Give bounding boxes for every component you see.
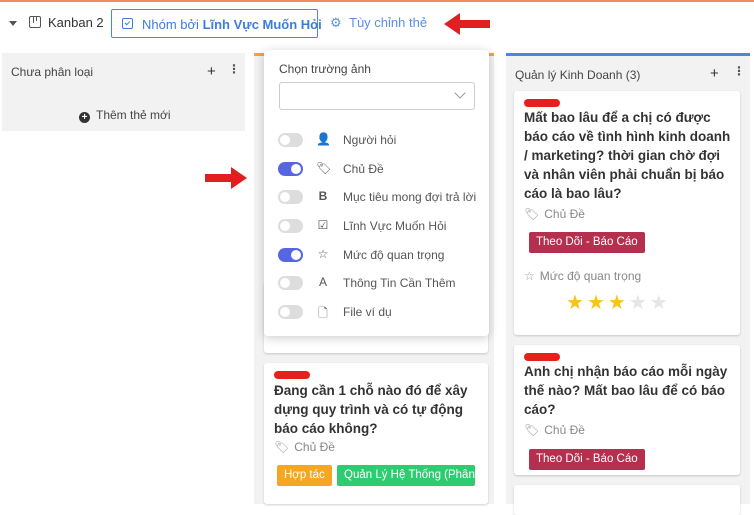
option-label: Mức độ quan trọng xyxy=(343,248,445,262)
toggle-switch[interactable] xyxy=(278,190,303,204)
star-empty-icon: ★ xyxy=(649,292,671,314)
card-topic-property: 🏷 Chủ Đề xyxy=(524,207,585,221)
column-business-management: Quản lý Kinh Doanh (3) + ⋮ Mất bao lâu đ… xyxy=(506,53,750,515)
priority-marker xyxy=(524,353,560,361)
tag-badge: Theo Dõi - Báo Cáo xyxy=(529,449,645,470)
card-right-3-partial[interactable] xyxy=(514,485,740,515)
card-topic-property: 🏷 Chủ Đề xyxy=(524,423,585,437)
add-icon[interactable]: + xyxy=(710,65,719,82)
add-card-button[interactable]: + Thêm thẻ mới xyxy=(79,108,171,123)
option-label: Lĩnh Vực Muốn Hỏi xyxy=(343,219,447,233)
option-label: Chủ Đề xyxy=(343,162,384,176)
more-options-icon[interactable]: ⋮ xyxy=(228,62,240,76)
tag-badge: Quản Lý Hệ Thống (Phân Q xyxy=(337,465,475,486)
option-label: Mục tiêu mong đợi trả lời xyxy=(343,190,477,204)
card-topic-property: 🏷 Chủ Đề xyxy=(274,440,335,454)
tag-badge: Theo Dõi - Báo Cáo xyxy=(529,232,645,253)
column-title: Quản lý Kinh Doanh (3) xyxy=(515,68,641,82)
option-example-file[interactable]: 🗋 File ví dụ xyxy=(278,302,478,322)
image-field-select[interactable] xyxy=(279,82,475,110)
arrow-right-annotation-icon xyxy=(205,167,247,189)
group-by-prefix: Nhóm bởi xyxy=(142,17,199,32)
option-label: File ví dụ xyxy=(343,305,392,319)
card-importance-property: ☆ Mức độ quan trọng xyxy=(524,269,642,283)
card-title: Anh chị nhận báo cáo mỗi ngày thế nào? M… xyxy=(524,364,728,417)
option-extra-info[interactable]: A Thông Tin Cần Thêm xyxy=(278,273,478,293)
arrow-left-annotation-icon xyxy=(444,13,490,35)
card-title: Đang cần 1 chỗ nào đó để xây dựng quy tr… xyxy=(274,383,468,436)
select-icon: ☑ xyxy=(317,218,329,232)
option-importance[interactable]: ☆ Mức độ quan trọng xyxy=(278,245,478,265)
gear-icon: ⚙ xyxy=(330,15,342,30)
add-card-label: Thêm thẻ mới xyxy=(96,108,171,122)
toggle-switch[interactable] xyxy=(278,162,303,176)
star-rating: ★★★★★ xyxy=(566,290,671,315)
tag-badge: Hợp tác xyxy=(277,465,332,486)
select-field-icon xyxy=(122,18,133,29)
view-name[interactable]: Kanban 2 xyxy=(48,15,104,30)
toggle-switch[interactable] xyxy=(278,248,303,262)
star-filled-icon: ★ xyxy=(586,292,608,314)
toggle-switch[interactable] xyxy=(278,219,303,233)
star-filled-icon: ★ xyxy=(607,292,629,314)
tag-icon: 🏷 xyxy=(316,161,332,175)
card-right-1[interactable]: Mất bao lâu để a chị có được báo cáo về … xyxy=(514,91,740,335)
star-empty-icon: ★ xyxy=(628,292,650,314)
star-icon: ☆ xyxy=(317,247,329,261)
priority-marker xyxy=(274,371,310,379)
star-filled-icon: ★ xyxy=(566,292,587,314)
customize-card-dropdown: Chọn trường ảnh 👤 Người hỏi 🏷 Chủ Đề B M… xyxy=(264,50,489,336)
priority-marker xyxy=(524,99,560,107)
image-field-label: Chọn trường ảnh xyxy=(279,62,371,76)
option-expected-goal[interactable]: B Mục tiêu mong đợi trả lời xyxy=(278,187,478,207)
group-by-field: Lĩnh Vực Muốn Hỏi xyxy=(202,17,322,32)
toggle-switch[interactable] xyxy=(278,305,303,319)
option-label: Thông Tin Cần Thêm xyxy=(343,276,456,290)
plus-circle-icon: + xyxy=(79,112,90,123)
option-label: Người hỏi xyxy=(343,133,397,147)
file-icon: 🗋 xyxy=(318,306,328,320)
kanban-board-icon xyxy=(29,16,41,28)
column-uncategorized: Chưa phân loại + ⋮ + Thêm thẻ mới xyxy=(2,53,245,131)
star-outline-icon: ☆ xyxy=(524,269,535,283)
card-title: Mất bao lâu để a chị có được báo cáo về … xyxy=(524,110,731,201)
group-by-button[interactable]: Nhóm bởi Lĩnh Vực Muốn Hỏi xyxy=(111,9,322,38)
collapse-caret-icon[interactable] xyxy=(9,21,17,26)
tag-icon: 🏷 xyxy=(274,440,290,454)
more-options-icon[interactable]: ⋮ xyxy=(733,64,745,78)
tag-icon: 🏷 xyxy=(524,423,540,437)
chevron-down-icon xyxy=(454,87,466,99)
option-requester[interactable]: 👤 Người hỏi xyxy=(278,130,478,150)
toggle-switch[interactable] xyxy=(278,276,303,290)
option-field[interactable]: ☑ Lĩnh Vực Muốn Hỏi xyxy=(278,216,478,236)
person-icon: 👤 xyxy=(316,132,331,146)
option-topic[interactable]: 🏷 Chủ Đề xyxy=(278,159,478,179)
add-icon[interactable]: + xyxy=(207,63,216,80)
column-color-bar xyxy=(506,53,750,56)
card-middle[interactable]: Đang cần 1 chỗ nào đó để xây dựng quy tr… xyxy=(264,363,488,504)
text-icon: A xyxy=(318,275,327,289)
tag-icon: 🏷 xyxy=(524,207,540,221)
card-right-2[interactable]: Anh chị nhận báo cáo mỗi ngày thế nào? M… xyxy=(514,345,740,475)
customize-label: Tùy chỉnh thẻ xyxy=(349,15,428,30)
column-title: Chưa phân loại xyxy=(11,65,94,79)
bold-icon: B xyxy=(318,189,328,203)
toolbar: Kanban 2 Nhóm bởi Lĩnh Vực Muốn Hỏi ⚙ Tùy… xyxy=(0,2,754,46)
toggle-switch[interactable] xyxy=(278,133,303,147)
customize-card-button[interactable]: ⚙ Tùy chỉnh thẻ xyxy=(330,15,427,31)
